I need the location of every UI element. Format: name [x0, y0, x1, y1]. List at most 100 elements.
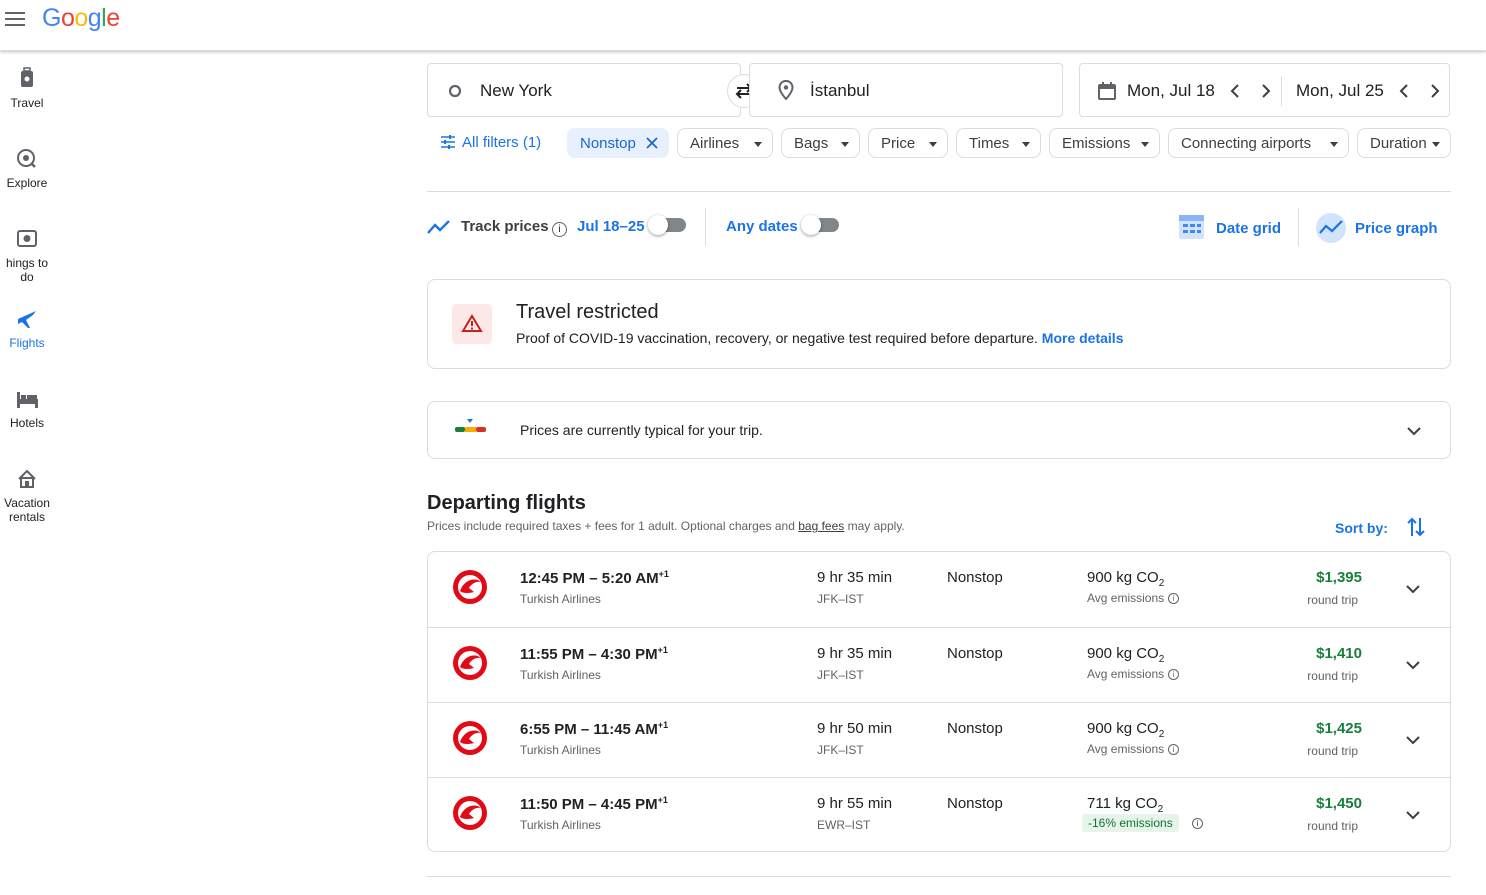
chevron-down-icon[interactable] [1404, 806, 1422, 824]
price-insight-card[interactable]: Prices are currently typical for your tr… [427, 401, 1451, 459]
price-type: round trip [1307, 819, 1358, 833]
chevron-down-icon[interactable] [1404, 656, 1422, 674]
depart-next-icon[interactable] [1256, 82, 1274, 100]
flight-price: $1,425 [1316, 720, 1362, 737]
emissions-text: 900 kg CO [1087, 720, 1159, 737]
flight-stops: Nonstop [947, 720, 1003, 737]
top-app-bar: Google [0, 0, 1486, 51]
warning-icon-box [452, 304, 492, 344]
flight-row[interactable]: 11:50 PM – 4:45 PM+1 Turkish Airlines 9 … [428, 777, 1450, 853]
flight-row[interactable]: 12:45 PM – 5:20 AM+1 Turkish Airlines 9 … [428, 552, 1450, 627]
chip-duration[interactable]: Duration [1357, 128, 1451, 158]
chevron-down-icon[interactable] [1405, 422, 1423, 440]
depart-prev-icon[interactable] [1227, 82, 1245, 100]
trending-icon [427, 220, 450, 234]
price-graph-label: Price graph [1355, 220, 1438, 237]
bottom-divider [427, 876, 1451, 877]
flight-times: 6:55 PM – 11:45 AM+1 [520, 720, 668, 738]
flight-emissions: 711 kg CO2 [1087, 795, 1164, 815]
origin-value[interactable]: New York [480, 81, 552, 101]
flight-stops: Nonstop [947, 645, 1003, 662]
return-next-icon[interactable] [1425, 82, 1443, 100]
track-prices-label: Track prices [461, 218, 549, 235]
chip-emissions[interactable]: Emissions [1049, 128, 1160, 158]
flight-emissions: 900 kg CO2 [1087, 569, 1165, 589]
flight-price: $1,410 [1316, 645, 1362, 662]
turkish-airlines-logo-icon [453, 796, 487, 830]
price-graph-button[interactable]: Price graph [1315, 212, 1438, 249]
next-day-marker: +1 [657, 795, 668, 805]
nav-label: Travel [10, 96, 44, 110]
any-dates-toggle[interactable] [801, 215, 839, 235]
flight-duration: 9 hr 50 min [817, 720, 893, 737]
chevron-down-icon [929, 142, 937, 147]
origin-field[interactable]: New York [427, 63, 741, 117]
turkish-airlines-logo-icon [453, 570, 487, 604]
flight-route: JFK–IST [817, 743, 864, 757]
results-note-suffix: may apply. [847, 519, 905, 533]
bag-fees-link[interactable]: bag fees [798, 519, 844, 533]
destination-field[interactable]: İstanbul [749, 63, 1063, 117]
flight-times: 12:45 PM – 5:20 AM+1 [520, 569, 669, 587]
next-day-marker: +1 [658, 569, 669, 579]
date-divider [1281, 76, 1282, 106]
flight-stops: Nonstop [947, 569, 1003, 586]
flight-row[interactable]: 11:55 PM – 4:30 PM+1 Turkish Airlines 9 … [428, 627, 1450, 703]
info-icon[interactable]: i [1168, 593, 1180, 604]
sort-icon[interactable] [1406, 516, 1426, 538]
flight-route: JFK–IST [817, 592, 864, 606]
more-details-link[interactable]: More details [1042, 330, 1124, 346]
chevron-down-icon[interactable] [1404, 580, 1422, 598]
emissions-note-text: -16% emissions [1088, 816, 1173, 830]
chip-bags[interactable]: Bags [781, 128, 860, 158]
flight-stops: Nonstop [947, 795, 1003, 812]
menu-icon[interactable] [5, 12, 25, 28]
nav-vacation-rentals[interactable]: Vacation rentals [0, 466, 54, 524]
emissions-text: 711 kg CO [1087, 795, 1158, 812]
info-icon[interactable]: i [548, 220, 567, 237]
nav-things-to-do[interactable]: hings to do [0, 226, 54, 284]
emissions-note: Avg emissions i [1087, 667, 1180, 681]
info-icon[interactable]: i [1168, 744, 1180, 755]
price-type: round trip [1307, 669, 1358, 683]
emissions-note-text: Avg emissions [1087, 591, 1165, 605]
info-icon[interactable]: i [1168, 669, 1180, 680]
nav-flights[interactable]: Flights [0, 306, 54, 350]
chip-price[interactable]: Price [868, 128, 948, 158]
all-filters-button[interactable]: All filters (1) [440, 134, 541, 151]
tune-icon [441, 135, 455, 149]
chip-nonstop[interactable]: Nonstop [567, 128, 669, 158]
track-prices-toggle[interactable] [648, 215, 686, 235]
depart-date[interactable]: Mon, Jul 18 [1127, 81, 1215, 101]
return-prev-icon[interactable] [1396, 82, 1414, 100]
nav-label: Hotels [9, 416, 44, 430]
flight-duration: 9 hr 35 min [817, 645, 893, 662]
camera-icon [17, 230, 37, 247]
chip-label: Bags [794, 135, 829, 152]
chip-connecting-airports[interactable]: Connecting airports [1168, 128, 1349, 158]
close-icon[interactable] [646, 137, 658, 149]
google-logo[interactable]: Google [42, 4, 120, 33]
sort-by-button[interactable]: Sort by: [1335, 520, 1388, 536]
return-date[interactable]: Mon, Jul 25 [1296, 81, 1384, 101]
flight-times: 11:55 PM – 4:30 PM+1 [520, 645, 668, 663]
bed-icon [17, 392, 38, 408]
nav-explore[interactable]: Explore [0, 146, 54, 190]
chip-label: Duration [1370, 135, 1427, 152]
flight-route: JFK–IST [817, 668, 864, 682]
price-type: round trip [1307, 744, 1358, 758]
info-icon[interactable]: i [1192, 818, 1203, 829]
flight-row[interactable]: 6:55 PM – 11:45 AM+1 Turkish Airlines 9 … [428, 702, 1450, 778]
chip-airlines[interactable]: Airlines [677, 128, 773, 158]
next-day-marker: +1 [657, 645, 668, 655]
chevron-down-icon[interactable] [1404, 731, 1422, 749]
times-text: 11:55 PM – 4:30 PM [520, 646, 658, 663]
destination-value[interactable]: İstanbul [810, 81, 870, 101]
chip-times[interactable]: Times [956, 128, 1041, 158]
nav-label: Flights [9, 336, 45, 350]
nav-travel[interactable]: Travel [0, 66, 54, 110]
nav-hotels[interactable]: Hotels [0, 386, 54, 430]
date-grid-button[interactable]: Date grid [1178, 212, 1281, 245]
flight-times: 11:50 PM – 4:45 PM+1 [520, 795, 668, 813]
chevron-down-icon [754, 142, 762, 147]
